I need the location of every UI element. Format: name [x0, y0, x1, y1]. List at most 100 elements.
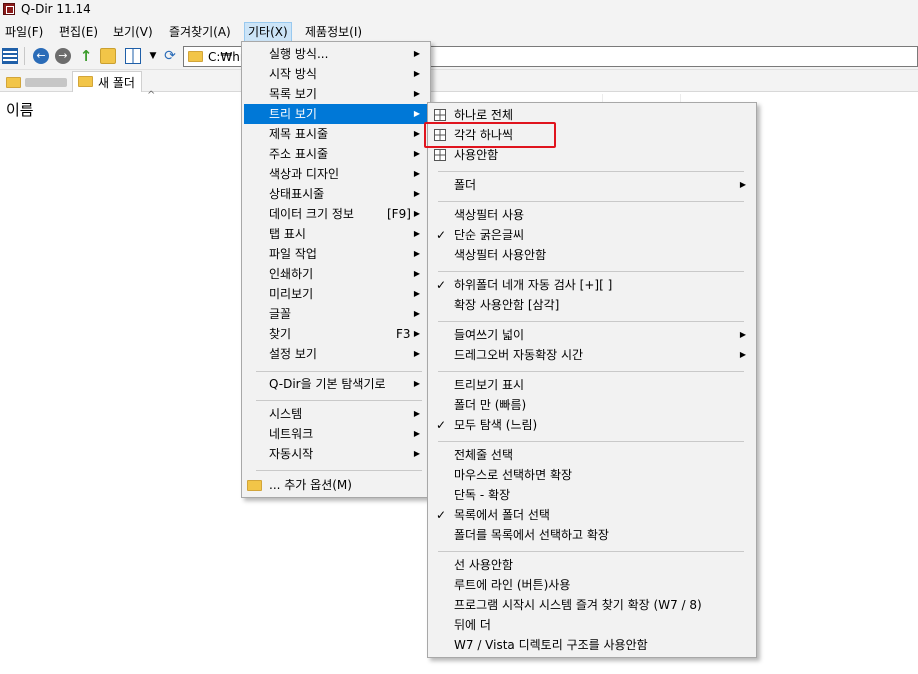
- menu-item-label: 트리 보기: [269, 107, 317, 121]
- tab-drive[interactable]: [2, 73, 70, 91]
- menu-item-start-mode[interactable]: 시작 방식 ▶: [244, 64, 428, 84]
- submenu-arrow-icon: ▶: [413, 269, 420, 278]
- menu-item-color-filter-off[interactable]: 색상필터 사용안함: [430, 245, 754, 265]
- menu-item-select-and-expand[interactable]: 폴더를 목록에서 선택하고 확장: [430, 525, 754, 545]
- menu-item-label: 하위폴더 네개 자동 검사 [+][ ]: [454, 278, 613, 292]
- submenu-arrow-icon: ▶: [413, 379, 420, 388]
- window-title: Q-Dir 11.14: [21, 2, 91, 16]
- new-folder-icon[interactable]: [100, 48, 116, 64]
- title-bar: Q-Dir 11.14: [0, 0, 918, 20]
- address-text: C:₩hr: [208, 50, 245, 64]
- menu-item-tree-view[interactable]: 트리 보기 ▶: [244, 104, 428, 124]
- menu-item-browse-all[interactable]: ✓ 모두 탐색 (느림): [430, 415, 754, 435]
- menu-item-disable-vista-tree[interactable]: W7 / Vista 디렉토리 구조를 사용안함: [430, 635, 754, 655]
- menu-item-network[interactable]: 네트워크 ▶: [244, 424, 428, 444]
- menu-item-label: 찾기: [269, 327, 292, 341]
- menu-item-run-mode[interactable]: 실행 방식... ▶: [244, 44, 428, 64]
- menu-favorites[interactable]: 즐겨찾기(A): [166, 23, 234, 41]
- menu-item-label: 데이터 크기 정보: [269, 207, 354, 221]
- menu-item-more[interactable]: 뒤에 더: [430, 615, 754, 635]
- back-icon[interactable]: ←: [33, 48, 49, 64]
- menu-view[interactable]: 보기(V): [110, 23, 156, 41]
- menu-item-auto-check-subfolders[interactable]: ✓ 하위폴더 네개 자동 검사 [+][ ]: [430, 275, 754, 295]
- menu-item-find[interactable]: 찾기 F3 ▶: [244, 324, 428, 344]
- menu-separator: [438, 271, 744, 272]
- menu-file[interactable]: 파일(F): [2, 23, 46, 41]
- menu-item-color-design[interactable]: 색상과 디자인 ▶: [244, 164, 428, 184]
- menu-item-label: 단독 - 확장: [454, 488, 511, 502]
- menu-other[interactable]: 기타(X): [244, 22, 292, 42]
- menu-shortcut: F3: [396, 327, 411, 341]
- menu-item-folders-only[interactable]: 폴더 만 (빠름): [430, 395, 754, 415]
- forward-icon[interactable]: →: [55, 48, 71, 64]
- menu-item-default-explorer[interactable]: Q-Dir을 기본 탐색기로 ▶: [244, 374, 428, 394]
- view-mode-icon[interactable]: [125, 48, 141, 64]
- menu-item-single-expand[interactable]: 단독 - 확장: [430, 485, 754, 505]
- menu-item-more-options[interactable]: ... 추가 옵션(M): [244, 475, 428, 495]
- menu-item-status-bar[interactable]: 상태표시줄 ▶: [244, 184, 428, 204]
- menu-item-color-filter-on[interactable]: 색상필터 사용: [430, 205, 754, 225]
- menu-item-file-ops[interactable]: 파일 작업 ▶: [244, 244, 428, 264]
- menu-item-folder[interactable]: 폴더 ▶: [430, 175, 754, 195]
- checkmark-icon: ✓: [436, 508, 447, 522]
- tab-new-folder[interactable]: 새 폴더: [72, 71, 142, 92]
- menu-item-show-tree[interactable]: 트리보기 표시: [430, 375, 754, 395]
- menu-item-root-lines[interactable]: 루트에 라인 (버튼)사용: [430, 575, 754, 595]
- list-view-icon[interactable]: [2, 48, 18, 64]
- submenu-arrow-icon: ▶: [413, 289, 420, 298]
- menu-item-print[interactable]: 인쇄하기 ▶: [244, 264, 428, 284]
- menu-item-label: 확장 사용안함 [삼각]: [454, 298, 560, 312]
- menu-item-no-lines[interactable]: 선 사용안함: [430, 555, 754, 575]
- folder-icon: [247, 480, 262, 491]
- menu-item-system[interactable]: 시스템 ▶: [244, 404, 428, 424]
- menu-shortcut: [F9]: [387, 207, 411, 221]
- menu-item-list-view[interactable]: 목록 보기 ▶: [244, 84, 428, 104]
- menu-item-expand-on-select[interactable]: 마우스로 선택하면 확장: [430, 465, 754, 485]
- menu-item-data-size[interactable]: 데이터 크기 정보 [F9] ▶: [244, 204, 428, 224]
- menu-item-dragover-expand-time[interactable]: 드레그오버 자동확장 시간 ▶: [430, 345, 754, 365]
- menu-item-label: 글꼴: [269, 307, 292, 321]
- menu-edit[interactable]: 편집(E): [56, 23, 101, 41]
- menu-item-indent-width[interactable]: 들여쓰기 넓이 ▶: [430, 325, 754, 345]
- menu-item-label: 실행 방식...: [269, 47, 329, 61]
- menu-info[interactable]: 제품정보(I): [302, 23, 365, 41]
- menu-item-autostart[interactable]: 자동시작 ▶: [244, 444, 428, 464]
- menu-item-tree-disabled[interactable]: 사용안함: [430, 145, 754, 165]
- app-icon: [3, 3, 15, 15]
- menu-item-label: 트리보기 표시: [454, 378, 525, 392]
- menu-item-simple-bold[interactable]: ✓ 단순 굵은글씨: [430, 225, 754, 245]
- checkmark-icon: ✓: [436, 418, 447, 432]
- menu-item-full-row-select[interactable]: 전체줄 선택: [430, 445, 754, 465]
- up-icon[interactable]: ↑: [78, 48, 94, 64]
- menu-item-label: 색상필터 사용안함: [454, 248, 547, 262]
- submenu-arrow-icon: ▶: [413, 169, 420, 178]
- menu-item-label: 단순 굵은글씨: [454, 228, 525, 242]
- menu-item-label: 목록 보기: [269, 87, 317, 101]
- menu-separator: [438, 371, 744, 372]
- menu-item-label: 자동시작: [269, 447, 314, 461]
- other-menu: 실행 방식... ▶ 시작 방식 ▶ 목록 보기 ▶ 트리 보기 ▶ 제목 표시줄 ▶ 주…: [241, 41, 431, 498]
- folder-icon: [6, 77, 21, 88]
- menu-item-tab-display[interactable]: 탭 표시 ▶: [244, 224, 428, 244]
- menu-item-expand-favorites-on-start[interactable]: 프로그램 시작시 시스템 즐겨 찾기 확장 (W7 / 8): [430, 595, 754, 615]
- submenu-arrow-icon: ▶: [413, 329, 420, 338]
- submenu-arrow-icon: ▶: [413, 49, 420, 58]
- menu-separator: [438, 171, 744, 172]
- menu-item-select-folder-in-list[interactable]: ✓ 목록에서 폴더 선택: [430, 505, 754, 525]
- menu-item-expand-disabled[interactable]: 확장 사용안함 [삼각]: [430, 295, 754, 315]
- menu-separator: [438, 441, 744, 442]
- submenu-arrow-icon: ▶: [413, 89, 420, 98]
- column-header-name[interactable]: 이름: [6, 99, 34, 120]
- menu-item-font[interactable]: 글꼴 ▶: [244, 304, 428, 324]
- menu-item-address-bar[interactable]: 주소 표시줄 ▶: [244, 144, 428, 164]
- menu-item-preview[interactable]: 미리보기 ▶: [244, 284, 428, 304]
- dropdown-icon[interactable]: ▼: [145, 48, 161, 64]
- submenu-arrow-icon: ▶: [413, 229, 420, 238]
- checkmark-icon: ✓: [436, 278, 447, 292]
- submenu-arrow-icon: ▶: [413, 129, 420, 138]
- menu-item-settings-view[interactable]: 설정 보기 ▶: [244, 344, 428, 364]
- menu-item-label: 뒤에 더: [454, 618, 491, 632]
- menu-item-title-bar[interactable]: 제목 표시줄 ▶: [244, 124, 428, 144]
- refresh-icon[interactable]: ⟳: [162, 48, 178, 64]
- folder-icon: [78, 76, 93, 87]
